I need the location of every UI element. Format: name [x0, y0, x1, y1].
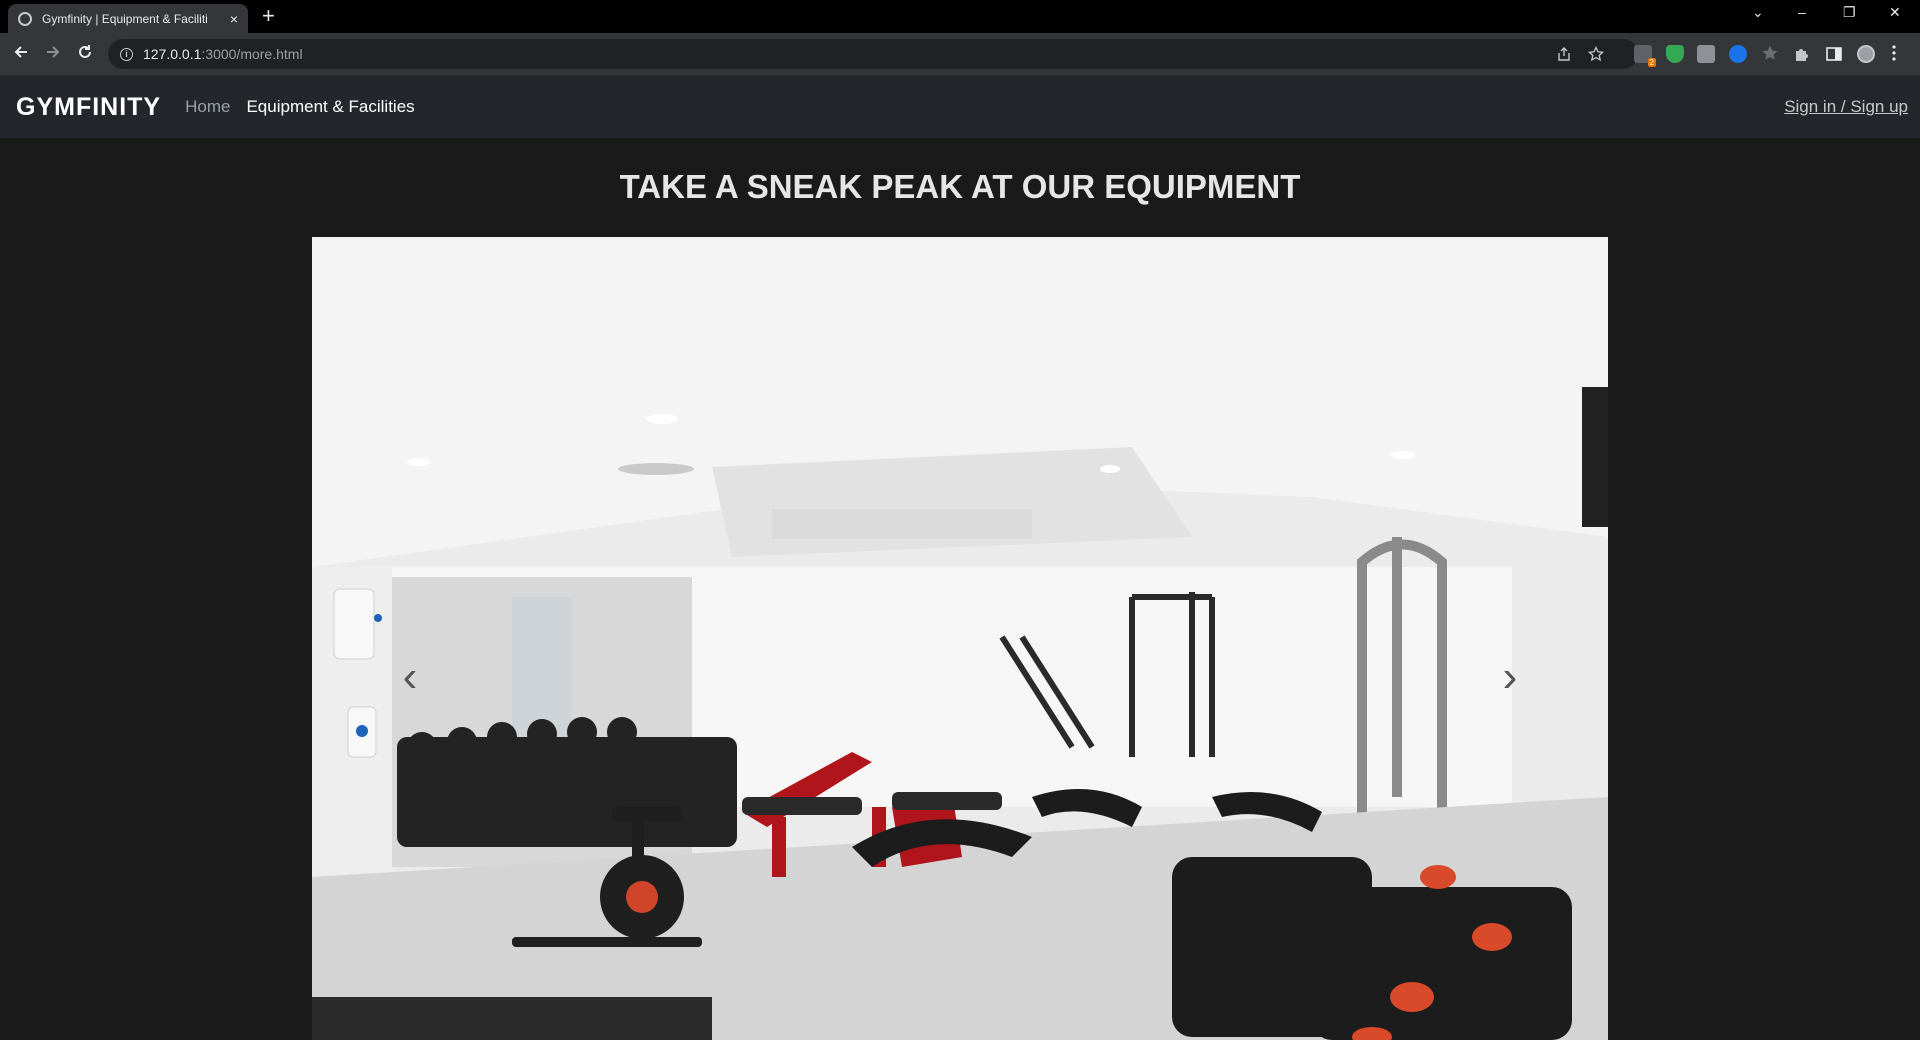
url-field[interactable]: i 127.0.0.1 :3000/more.html [108, 39, 1638, 69]
carousel-next-button[interactable]: › [1490, 647, 1530, 707]
forward-icon[interactable] [42, 43, 64, 65]
site-info-icon[interactable]: i [120, 47, 133, 61]
tab-title: Gymfinity | Equipment & Faciliti [42, 11, 208, 26]
minimize-icon[interactable]: – [1798, 4, 1806, 20]
page-heading: TAKE A SNEAK PEAK AT OUR EQUIPMENT [619, 168, 1301, 205]
shield-icon[interactable] [1666, 45, 1684, 63]
side-panel-icon[interactable] [1825, 45, 1843, 63]
profile-avatar[interactable] [1857, 45, 1875, 63]
star-extension-icon[interactable] [1761, 44, 1779, 62]
back-icon[interactable] [10, 43, 32, 65]
share-icon[interactable] [1556, 39, 1572, 69]
globe-icon [18, 11, 32, 26]
reload-icon[interactable] [74, 43, 96, 65]
carousel-prev-button[interactable]: ‹ [390, 647, 430, 707]
equipment-carousel[interactable]: ‹ › [312, 237, 1608, 1040]
extension-icon-b[interactable] [1729, 45, 1747, 63]
url-path: :3000/more.html [201, 46, 303, 62]
bookmark-star-icon[interactable] [1588, 39, 1604, 69]
tab-close-icon[interactable]: × [230, 11, 238, 27]
gym-photo [312, 237, 1608, 1040]
extension-weather-icon[interactable]: 2 [1634, 45, 1656, 67]
site-navbar: GYMFINITY Home Equipment & Facilities Si… [0, 76, 1920, 138]
extensions-puzzle-icon[interactable] [1793, 45, 1811, 63]
extension-badge: 2 [1647, 58, 1656, 67]
browser-tab[interactable]: Gymfinity | Equipment & Faciliti × [8, 4, 248, 33]
nav-link-equipment[interactable]: Equipment & Facilities [246, 97, 414, 117]
menu-kebab-icon[interactable] [1891, 44, 1909, 62]
signin-link[interactable]: Sign in / Sign up [1784, 97, 1908, 117]
tab-search-icon[interactable]: ⌄ [1752, 4, 1764, 21]
brand-logo[interactable]: GYMFINITY [16, 93, 161, 122]
new-tab-button[interactable]: + [262, 5, 275, 27]
restore-icon[interactable]: ❐ [1843, 4, 1856, 21]
url-host: 127.0.0.1 [143, 46, 202, 62]
window-close-icon[interactable]: ✕ [1889, 4, 1901, 21]
nav-link-home[interactable]: Home [185, 97, 230, 117]
browser-tabstrip: Gymfinity | Equipment & Faciliti × + ⌄ –… [0, 0, 1920, 33]
extension-icon-a[interactable] [1697, 45, 1715, 63]
browser-toolbar: i 127.0.0.1 :3000/more.html 2 [0, 33, 1920, 76]
